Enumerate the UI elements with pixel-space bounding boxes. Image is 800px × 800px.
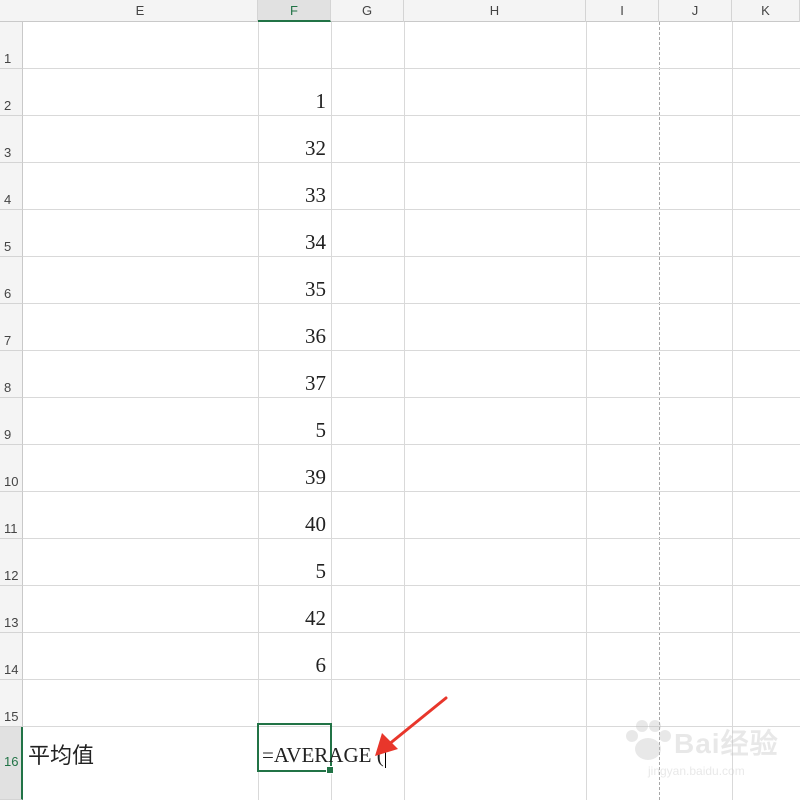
- paw-icon: [626, 720, 671, 760]
- watermark-brand: Bai经验: [674, 728, 779, 759]
- watermark-url: jingyan.baidu.com: [648, 764, 745, 778]
- annotation-arrow-icon: [375, 696, 448, 756]
- spreadsheet-grid: E F G H I J K 1 2 1 3 32 4 33 5 34 6 35 7 36 8 37 9 5 10 3…: [0, 0, 800, 800]
- watermark-logo: Bai经验 jingyan.baidu.com: [618, 712, 798, 797]
